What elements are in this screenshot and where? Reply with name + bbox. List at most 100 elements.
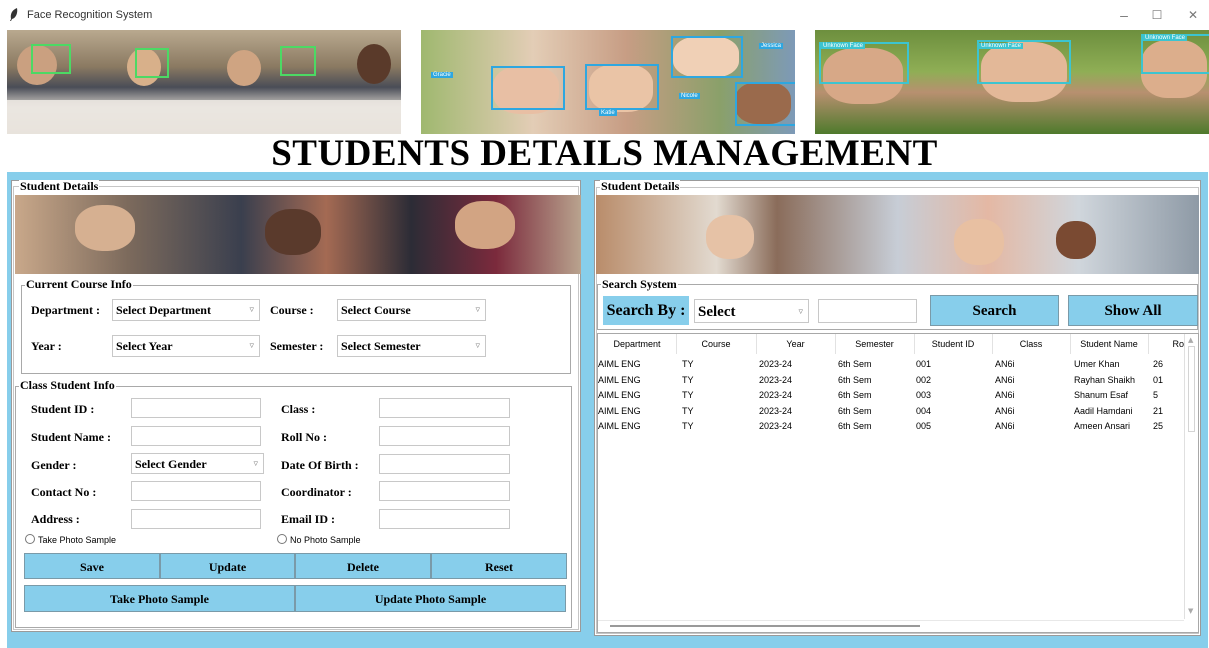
column-separator — [1070, 334, 1071, 354]
cell-semester: 6th Sem — [838, 390, 872, 400]
cell-student-name: Shanum Esaf — [1074, 390, 1129, 400]
student-id-input[interactable] — [131, 398, 261, 418]
column-header-semester[interactable]: Semester — [835, 339, 914, 349]
cell-class: AN6i — [995, 374, 1015, 385]
face-label: Unknown Face — [979, 43, 1024, 49]
gender-combobox[interactable]: Select Gender ▿ — [131, 453, 264, 474]
course-label: Course : — [270, 303, 314, 317]
student-name-input[interactable] — [131, 426, 261, 446]
roll-no-input[interactable] — [379, 426, 510, 446]
coordinator-label: Coordinator : — [281, 485, 352, 499]
face-label: Unknown Face — [1143, 35, 1188, 41]
show-all-button[interactable]: Show All — [1068, 295, 1198, 326]
cell-roll-no: 26 — [1153, 359, 1164, 369]
cell-roll-no: 25 — [1153, 421, 1164, 431]
student-id-label: Student ID : — [31, 402, 95, 416]
search-by-combobox[interactable]: Select ▿ — [694, 299, 809, 323]
cell-course: TY — [682, 359, 694, 369]
cell-department: AIML ENG — [598, 421, 641, 431]
cell-course: TY — [682, 421, 694, 431]
cell-class: AN6i — [995, 421, 1015, 431]
cell-student-name: Aadil Hamdani — [1074, 405, 1133, 416]
column-header-department[interactable]: Department — [598, 339, 676, 349]
student-name-label: Student Name : — [31, 430, 111, 444]
scroll-up-icon[interactable]: ▲ — [1188, 336, 1193, 344]
face-label: Nicole — [679, 93, 700, 99]
horizontal-scrollbar[interactable] — [598, 620, 1184, 632]
vertical-scroll-thumb[interactable] — [1188, 346, 1195, 432]
search-input[interactable] — [818, 299, 917, 323]
page-title: STUDENTS DETAILS MANAGEMENT — [271, 133, 938, 174]
vertical-scrollbar[interactable]: ▲ ▼ — [1184, 334, 1198, 619]
cell-student-name: Ameen Ansari — [1074, 421, 1131, 431]
take-photo-radio[interactable]: Take Photo Sample — [25, 534, 116, 546]
department-combobox[interactable]: Select Department ▿ — [112, 299, 260, 321]
cell-class: AN6i — [995, 359, 1015, 369]
window-title: Face Recognition System — [27, 9, 153, 21]
cell-student-name: Rayhan Shaikh — [1074, 374, 1136, 385]
cell-class: AN6i — [995, 405, 1015, 416]
chevron-down-icon: ▿ — [475, 341, 480, 351]
search-by-label: Search By : — [603, 296, 689, 325]
update-photo-sample-button[interactable]: Update Photo Sample — [295, 585, 566, 612]
students-group-image — [15, 195, 581, 274]
cell-year: 2023-24 — [759, 421, 793, 431]
search-button[interactable]: Search — [930, 295, 1059, 326]
cell-semester: 6th Sem — [838, 359, 872, 369]
search-by-value: Select — [698, 304, 736, 320]
course-info-legend: Current Course Info — [25, 277, 133, 291]
take-photo-radio-label: Take Photo Sample — [38, 535, 117, 545]
cell-student-name: Umer Khan — [1074, 359, 1120, 369]
update-button[interactable]: Update — [160, 553, 295, 579]
column-header-student-name[interactable]: Student Name — [1070, 339, 1148, 349]
year-label: Year : — [31, 339, 62, 353]
course-value: Select Course — [341, 303, 411, 317]
contact-input[interactable] — [131, 481, 261, 501]
column-header-course[interactable]: Course — [676, 339, 756, 349]
minimize-button[interactable]: – — [1112, 6, 1136, 24]
cell-course: TY — [682, 390, 694, 400]
year-combobox[interactable]: Select Year ▿ — [112, 335, 260, 357]
cell-course: TY — [682, 374, 694, 385]
column-header-year[interactable]: Year — [756, 339, 835, 349]
reset-button[interactable]: Reset — [431, 553, 567, 579]
column-header-student-id[interactable]: Student ID — [914, 339, 992, 349]
cell-semester: 6th Sem — [838, 405, 872, 416]
chevron-down-icon: ▿ — [798, 307, 803, 317]
gender-value: Select Gender — [135, 457, 207, 471]
take-photo-sample-button[interactable]: Take Photo Sample — [24, 585, 295, 612]
save-button[interactable]: Save — [24, 553, 160, 579]
maximize-button[interactable]: ☐ — [1145, 6, 1169, 24]
face-label: Gracie — [431, 72, 453, 78]
banner-classroom-image — [7, 30, 401, 134]
email-input[interactable] — [379, 509, 510, 529]
window-title-bar: Face Recognition System – ☐ ✕ — [0, 0, 1209, 30]
coordinator-input[interactable] — [379, 481, 510, 501]
semester-combobox[interactable]: Select Semester ▿ — [337, 335, 486, 357]
roll-no-label: Roll No : — [281, 430, 327, 444]
cell-year: 2023-24 — [759, 359, 793, 369]
delete-button[interactable]: Delete — [295, 553, 431, 579]
dob-input[interactable] — [379, 454, 510, 474]
cell-department: AIML ENG — [598, 359, 641, 369]
cell-roll-no: 01 — [1153, 374, 1164, 385]
cell-student-id: 002 — [916, 374, 932, 385]
chevron-down-icon: ▿ — [249, 341, 254, 351]
column-header-roll-no[interactable]: Ro — [1148, 339, 1184, 349]
cell-year: 2023-24 — [759, 374, 793, 385]
course-combobox[interactable]: Select Course ▿ — [337, 299, 486, 321]
radio-circle-icon — [25, 534, 35, 544]
column-header-class[interactable]: Class — [992, 339, 1070, 349]
face-label: Katie — [599, 110, 617, 116]
scroll-down-icon[interactable]: ▼ — [1188, 607, 1193, 615]
class-label: Class : — [281, 402, 316, 416]
close-button[interactable]: ✕ — [1181, 6, 1205, 24]
search-system-legend: Search System — [601, 277, 678, 291]
horizontal-scroll-thumb[interactable] — [610, 625, 920, 627]
no-photo-radio[interactable]: No Photo Sample — [277, 534, 361, 546]
address-input[interactable] — [131, 509, 261, 529]
semester-label: Semester : — [270, 339, 324, 353]
cell-student-id: 001 — [916, 359, 932, 369]
department-label: Department : — [31, 303, 100, 317]
class-input[interactable] — [379, 398, 510, 418]
